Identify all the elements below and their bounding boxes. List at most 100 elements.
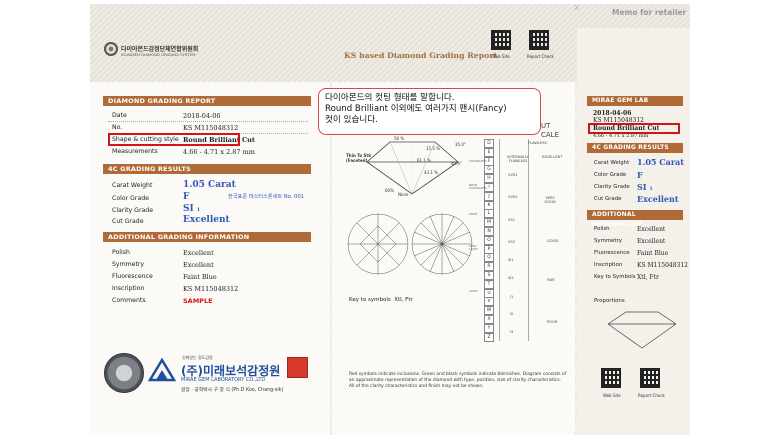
scale-word: SI1 <box>508 258 514 262</box>
row-label: Fluorescence <box>112 273 153 280</box>
divider-mark: X <box>574 4 579 12</box>
cut-scale-word: VERY GOOD <box>544 196 556 204</box>
section-header-4c: 4C GRADING RESULTS <box>103 164 311 174</box>
row-value: 2018-04-06 <box>183 112 221 120</box>
color-scale-letter: S <box>484 271 494 280</box>
color-scale-letter: D <box>484 139 494 148</box>
section-header-grading-report: DIAMOND GRADING REPORT <box>103 96 311 106</box>
highlight-shape-left <box>108 133 240 146</box>
color-scale-letter: U <box>484 288 494 298</box>
table-pct: 56 % <box>394 136 405 141</box>
carat-label: Carat Weight <box>112 182 153 189</box>
lab-director: 원장 · 공학박사 구 창 식 (Ph.D Koo, Chang-sik) <box>181 388 284 393</box>
color-scale-letter: O <box>484 235 494 245</box>
qr-code-icon[interactable] <box>601 368 621 388</box>
retailer-header: MIRAE GEM LAB <box>587 96 683 106</box>
carat-value: 1.05 Carat <box>183 180 236 190</box>
scale-word: I3 <box>510 330 514 334</box>
qr-web-label: Web Site <box>603 393 621 398</box>
row-label: Key to Symbols <box>594 274 636 280</box>
color-scale-word: NEAR COLORLESS <box>469 183 487 190</box>
clarity-plot-diagram <box>347 213 473 275</box>
callout-line: 컷이 있습니다. <box>325 115 378 125</box>
color-scale-letter: G <box>484 165 494 175</box>
color-scale-letter: W <box>484 306 494 316</box>
qr-code-icon[interactable] <box>640 368 660 388</box>
lab-seal-stamp-icon <box>287 357 308 378</box>
retailer-proportions-diagram <box>607 311 677 349</box>
crown-angle: 35.0° <box>455 142 466 147</box>
section-header-additional: ADDITIONAL GRADING INFORMATION <box>103 232 311 242</box>
row-label: Measurements <box>112 148 158 155</box>
lab-name-en: MIRAE GEM LABORATORY CO.,LTD <box>181 377 266 383</box>
color-scale-word: VERY LIGHT <box>469 244 478 251</box>
qr-code-icon[interactable] <box>491 30 511 50</box>
cut-label: Cut Grade <box>594 196 622 202</box>
color-scale-letter: T <box>484 279 494 289</box>
scale-word: VVS2 <box>508 195 518 199</box>
org-logo-icon <box>104 42 118 56</box>
row-value: Excellent <box>183 261 214 269</box>
carat-label: Carat Weight <box>594 160 630 166</box>
cut-scale-word: FAIR <box>547 278 555 282</box>
clarity-value: SI 1 <box>183 204 201 214</box>
color-scale-letter: Z <box>484 332 494 342</box>
color-scale-letter: J <box>484 191 494 201</box>
report-title: KS based Diamond Grading Report <box>344 51 498 60</box>
qr-check-label: Report Check <box>527 54 554 59</box>
color-scale-word: COLORLESS <box>469 159 487 163</box>
row-value: KS M115048312 <box>637 262 688 269</box>
row-value: KS M115048312 <box>183 285 239 293</box>
clarity-value: SI 1 <box>637 182 653 192</box>
color-scale-word: FAINT <box>469 212 478 216</box>
row-label: Fluorescence <box>594 250 630 256</box>
scale-word: FLAWLESS <box>528 141 547 145</box>
carat-value: 1.05 Carat <box>637 157 684 167</box>
row-value: 4.66 - 4.71 x 2.87 mm <box>183 148 255 156</box>
lab-logo-icon <box>148 358 176 382</box>
master-stone-note: 한국표준 마스터스톤세트 No. 001 <box>228 194 304 200</box>
divider <box>108 121 308 122</box>
row-value: KS M115048312 <box>183 124 239 132</box>
row-value: Faint Blue <box>637 250 669 257</box>
color-scale-letter: Q <box>484 253 494 263</box>
row-label: Comments <box>112 297 146 304</box>
color-scale-letter: P <box>484 244 494 254</box>
color-scale: DEFGHIJKLMNOPQRSTUVWXYZ <box>484 139 494 342</box>
color-value: F <box>637 170 643 180</box>
color-scale-letter: H <box>484 174 494 184</box>
row-value: Excellent <box>637 226 666 233</box>
qr-check-label: Report Check <box>638 393 665 398</box>
color-scale-letter: E <box>484 147 494 157</box>
color-scale-letter: Y <box>484 323 494 333</box>
scale-word: VVS1 <box>508 173 518 177</box>
color-scale-letter: L <box>484 209 494 219</box>
scale-word: I2 <box>510 312 514 316</box>
footnote: Red symbols indicate inclusions. Green a… <box>349 372 567 389</box>
hologram-seal-icon <box>104 353 144 393</box>
explanation-callout: 다이아몬드의 컷팅 형태를 말합니다. Round Brilliant 이외에도… <box>318 88 541 135</box>
row-label: Polish <box>594 226 610 232</box>
scale-header-tail2: CALE <box>541 131 559 139</box>
qr-code-icon[interactable] <box>529 30 549 50</box>
comments-sample: SAMPLE <box>183 297 213 305</box>
color-scale-letter: K <box>484 200 494 210</box>
culet-label: None <box>398 192 409 197</box>
retailer-4c-header: 4C GRADING RESULTS <box>587 143 683 153</box>
qr-web-label: Web Site <box>492 54 510 59</box>
scale-word: VS2 <box>508 240 516 244</box>
cut-value: Excellent <box>637 194 679 204</box>
row-label: Polish <box>112 249 130 256</box>
scale-word: VS1 <box>508 218 516 222</box>
row-value: Xtl, Ftr <box>637 274 659 281</box>
color-value: F <box>183 192 190 202</box>
cut-scale-word: POOR <box>547 320 558 324</box>
row-label: Date <box>112 112 127 119</box>
scale-word: SI2 <box>508 276 514 280</box>
scale-word: INTERNALLY FLAWLESS <box>507 155 529 163</box>
callout-line: 다이아몬드의 컷팅 형태를 말합니다. <box>325 93 455 103</box>
memo-header: Memo for retailer <box>612 8 687 17</box>
callout-line: Round Brilliant 이외에도 여러가지 팬시(Fancy) <box>325 104 507 114</box>
color-scale-letter: N <box>484 227 494 236</box>
retailer-measure: 4.66 - 4.71 x 2.87 mm <box>593 133 649 139</box>
